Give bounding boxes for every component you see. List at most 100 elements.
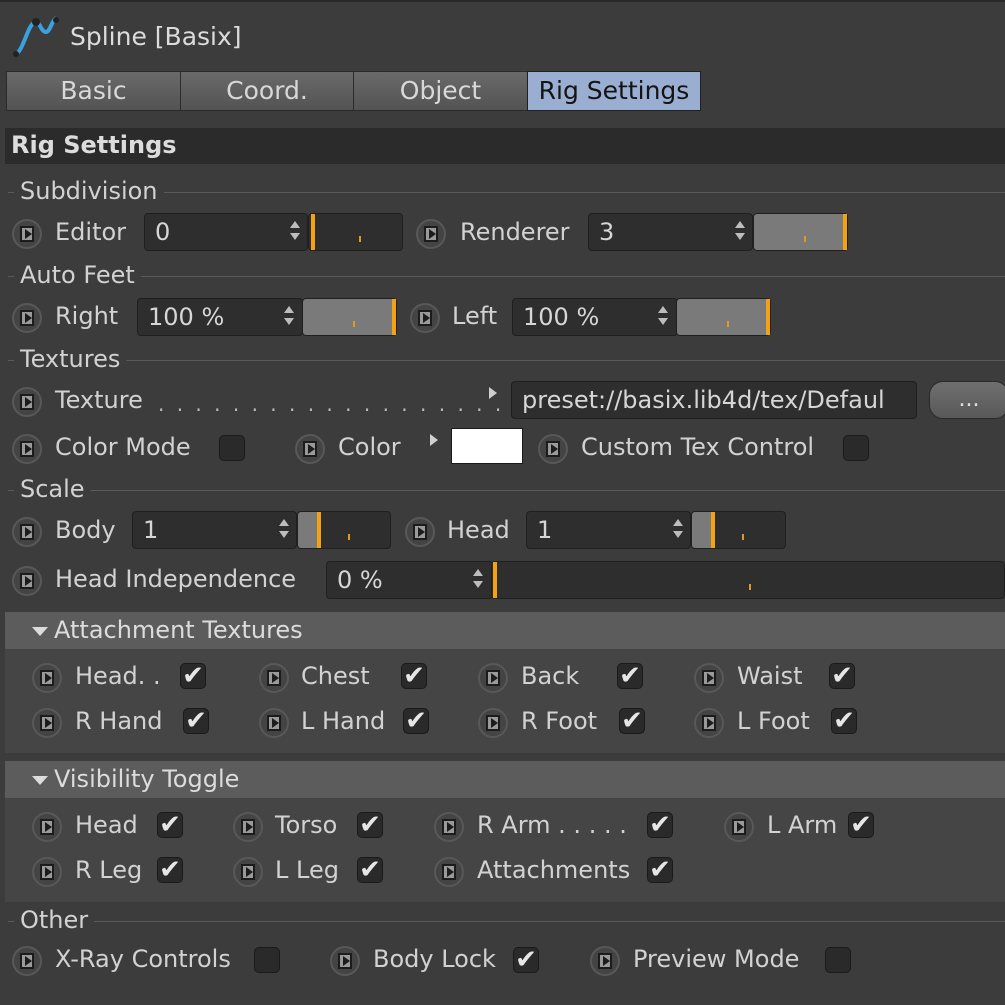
- tab-object[interactable]: Object: [353, 71, 528, 111]
- attachment-chest-checkbox[interactable]: ✔: [401, 663, 427, 689]
- custom-tex-control-label: Custom Tex Control: [581, 433, 815, 461]
- left-foot-slider[interactable]: [676, 298, 771, 336]
- head-independence-slider[interactable]: [491, 561, 1005, 599]
- tab-basic[interactable]: Basic: [6, 71, 181, 111]
- browse-button[interactable]: ...: [929, 381, 1005, 419]
- visibility-head-checkbox[interactable]: ✔: [157, 812, 183, 838]
- group-divider: [8, 921, 1005, 922]
- expand-arrow-icon[interactable]: [430, 434, 438, 446]
- attachment-waist-checkbox[interactable]: ✔: [829, 663, 855, 689]
- head-scale-spinner[interactable]: [671, 515, 685, 545]
- expand-arrow-icon[interactable]: [489, 387, 497, 399]
- editor-slider[interactable]: [308, 213, 403, 251]
- body-scale-input[interactable]: 1: [132, 511, 297, 549]
- head-independence-input[interactable]: 0 %: [326, 561, 494, 599]
- collapse-triangle-icon[interactable]: [32, 627, 48, 636]
- head-scale-input[interactable]: 1: [526, 511, 691, 549]
- keyframe-button[interactable]: [538, 434, 568, 464]
- visibility-l-leg-checkbox[interactable]: ✔: [357, 857, 383, 883]
- body-lock-label: Body Lock: [373, 945, 496, 973]
- attachment-l-foot-checkbox[interactable]: ✔: [831, 708, 857, 734]
- head-label: Head: [447, 516, 510, 544]
- tab-rig-settings[interactable]: Rig Settings: [527, 71, 701, 111]
- keyframe-button[interactable]: [12, 434, 42, 464]
- keyframe-button[interactable]: [259, 708, 289, 738]
- editor-spinner[interactable]: [288, 217, 302, 247]
- texture-path-input[interactable]: preset://basix.lib4d/tex/Defaul: [511, 381, 917, 419]
- keyframe-button[interactable]: [12, 946, 42, 976]
- attachment-head-checkbox[interactable]: ✔: [180, 663, 206, 689]
- head-scale-slider[interactable]: [691, 511, 786, 549]
- body-scale-slider[interactable]: [297, 511, 391, 549]
- keyframe-button[interactable]: [12, 387, 42, 417]
- keyframe-button[interactable]: [233, 812, 263, 842]
- preview-mode-label: Preview Mode: [633, 945, 800, 973]
- keyframe-button[interactable]: [478, 708, 508, 738]
- keyframe-button[interactable]: [590, 946, 620, 976]
- tab-coord[interactable]: Coord.: [180, 71, 354, 111]
- head-independence-spinner[interactable]: [471, 565, 485, 595]
- attachment-l-hand-label: L Hand: [301, 707, 386, 735]
- color-mode-checkbox[interactable]: [219, 435, 245, 461]
- collapse-triangle-icon[interactable]: [32, 776, 48, 785]
- keyframe-button[interactable]: [330, 946, 360, 976]
- keyframe-button[interactable]: [12, 303, 42, 333]
- attachment-r-foot-checkbox[interactable]: ✔: [619, 708, 645, 734]
- color-swatch[interactable]: [451, 428, 523, 464]
- keyframe-button[interactable]: [32, 708, 62, 738]
- keyframe-button[interactable]: [694, 708, 724, 738]
- xray-controls-checkbox[interactable]: [254, 947, 280, 973]
- head-independence-label: Head Independence: [55, 565, 297, 593]
- keyframe-button[interactable]: [12, 219, 42, 249]
- keyframe-button[interactable]: [32, 812, 62, 842]
- visibility-l-arm-label: L Arm: [767, 811, 838, 839]
- left-foot-spinner[interactable]: [656, 302, 670, 332]
- left-foot-input[interactable]: 100 %: [512, 298, 678, 336]
- body-label: Body: [55, 516, 116, 544]
- keyframe-button[interactable]: [12, 566, 42, 596]
- visibility-l-arm-checkbox[interactable]: ✔: [848, 812, 874, 838]
- renderer-spinner[interactable]: [733, 217, 747, 247]
- attachment-chest-label: Chest: [301, 662, 370, 690]
- right-foot-spinner[interactable]: [282, 302, 296, 332]
- body-lock-checkbox[interactable]: ✔: [513, 947, 539, 973]
- attachment-l-hand-checkbox[interactable]: ✔: [403, 708, 429, 734]
- keyframe-button[interactable]: [233, 857, 263, 887]
- keyframe-button[interactable]: [434, 857, 464, 887]
- custom-tex-control-checkbox[interactable]: [843, 435, 869, 461]
- group-divider: [8, 490, 1005, 491]
- group-title-other: Other: [14, 906, 95, 934]
- keyframe-button[interactable]: [416, 219, 446, 249]
- color-mode-label: Color Mode: [55, 433, 191, 461]
- renderer-input[interactable]: 3: [588, 213, 753, 251]
- keyframe-button[interactable]: [259, 663, 289, 693]
- editor-input[interactable]: 0: [144, 213, 308, 251]
- body-scale-spinner[interactable]: [277, 515, 291, 545]
- keyframe-button[interactable]: [694, 663, 724, 693]
- right-foot-slider[interactable]: [302, 298, 397, 336]
- visibility-attachments-label: Attachments: [477, 856, 631, 884]
- preview-mode-checkbox[interactable]: [825, 947, 851, 973]
- attachment-back-label: Back: [521, 662, 580, 690]
- top-divider: [0, 0, 1005, 2]
- visibility-torso-checkbox[interactable]: ✔: [357, 812, 383, 838]
- editor-label: Editor: [55, 218, 127, 246]
- keyframe-button[interactable]: [434, 812, 464, 842]
- keyframe-button[interactable]: [405, 517, 435, 547]
- keyframe-button[interactable]: [724, 812, 754, 842]
- keyframe-button[interactable]: [410, 303, 440, 333]
- renderer-slider[interactable]: [753, 213, 848, 251]
- visibility-r-arm-checkbox[interactable]: ✔: [647, 812, 673, 838]
- texture-label: Texture: [55, 386, 143, 414]
- keyframe-button[interactable]: [12, 517, 42, 547]
- spline-icon: [13, 16, 59, 57]
- attachment-back-checkbox[interactable]: ✔: [617, 663, 643, 689]
- visibility-r-leg-checkbox[interactable]: ✔: [157, 857, 183, 883]
- keyframe-button[interactable]: [32, 663, 62, 693]
- visibility-attachments-checkbox[interactable]: ✔: [647, 857, 673, 883]
- keyframe-button[interactable]: [478, 663, 508, 693]
- attachment-r-hand-checkbox[interactable]: ✔: [183, 708, 209, 734]
- right-foot-input[interactable]: 100 %: [137, 298, 303, 336]
- keyframe-button[interactable]: [32, 857, 62, 887]
- keyframe-button[interactable]: [295, 434, 325, 464]
